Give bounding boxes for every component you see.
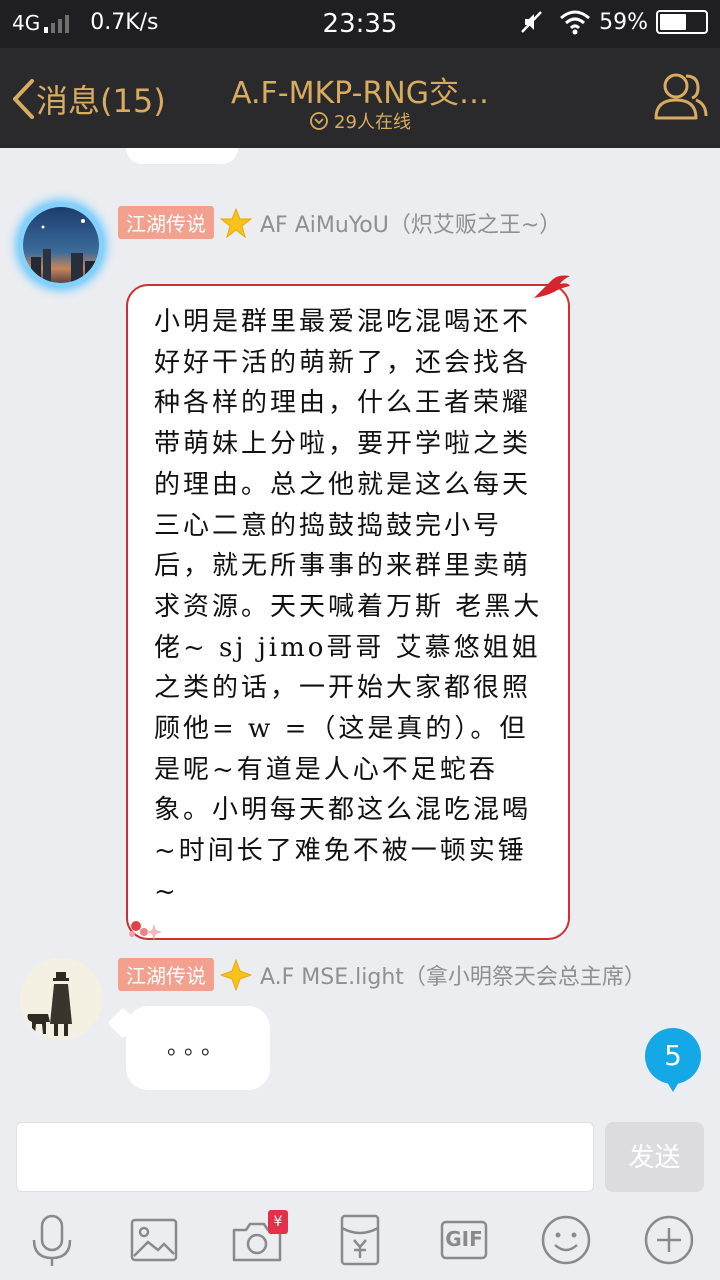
toolbar: ¥ GIF <box>0 1200 720 1280</box>
title-badge: 江湖传说 <box>118 206 214 239</box>
smiley-icon <box>541 1215 591 1265</box>
avatar-image <box>23 207 99 283</box>
wifi-icon <box>560 10 591 35</box>
image-icon <box>130 1218 178 1262</box>
sender-name[interactable]: AF AiMuYoU（炽艾贩之王~） <box>260 207 561 239</box>
group-icon <box>654 73 708 120</box>
battery-fill <box>660 14 686 30</box>
avatar[interactable] <box>20 958 102 1040</box>
plus-icon <box>644 1215 694 1265</box>
title-badge: 江湖传说 <box>118 958 214 991</box>
back-label: 消息(15) <box>36 82 166 120</box>
emoji-button[interactable] <box>538 1212 594 1268</box>
send-button[interactable]: 发送 <box>605 1122 704 1192</box>
red-packet-badge: ¥ <box>268 1210 288 1234</box>
sparkle-icon <box>129 921 162 940</box>
gif-button[interactable]: GIF <box>436 1212 492 1268</box>
more-button[interactable] <box>641 1212 697 1268</box>
previous-message-bubble[interactable] <box>126 148 238 164</box>
group-members-button[interactable] <box>652 70 708 126</box>
mute-icon <box>521 11 542 33</box>
message-bubble[interactable]: 。。。 <box>126 1006 270 1090</box>
gif-label: GIF <box>445 1227 483 1251</box>
battery-icon <box>656 10 708 34</box>
flourish-icon <box>534 275 570 298</box>
back-button[interactable]: 消息(15) <box>10 76 166 122</box>
camera-red-packet-button[interactable]: ¥ <box>230 1210 288 1268</box>
unread-badge[interactable]: 5 <box>645 1028 701 1092</box>
chevron-down-icon <box>310 112 328 130</box>
status-bar: 4G 0.7K/s 23:35 59% <box>0 0 720 48</box>
nav-bar: 消息(15) A.F-MKP-RNG交… 29人在线 <box>0 48 720 148</box>
input-bar: 发送 <box>0 1108 720 1200</box>
message-bubble[interactable]: 小明是群里最爱混吃混喝还不好好干活的萌新了，还会找各种各样的理由，什么王者荣耀带… <box>126 275 570 940</box>
microphone-icon <box>32 1214 72 1266</box>
voice-button[interactable] <box>24 1212 80 1268</box>
message-input[interactable] <box>16 1122 594 1192</box>
message-text: 小明是群里最爱混吃混喝还不好好干活的萌新了，还会找各种各样的理由，什么王者荣耀带… <box>154 307 543 907</box>
star-icon <box>220 207 252 238</box>
chat-title[interactable]: A.F-MKP-RNG交… <box>160 68 560 112</box>
online-count-label: 29人在线 <box>334 112 411 133</box>
yuan-envelope-icon <box>340 1214 380 1266</box>
battery-percent: 59% <box>599 9 648 35</box>
diamond-star-icon <box>220 958 252 991</box>
online-count[interactable]: 29人在线 <box>160 108 560 134</box>
chevron-left-icon <box>13 79 34 119</box>
image-button[interactable] <box>126 1212 182 1268</box>
sender-name[interactable]: A.F MSE.light（拿小明祭天会总主席） <box>260 959 646 991</box>
avatar[interactable] <box>20 204 102 286</box>
avatar-image <box>20 958 102 1040</box>
message-text: 。。。 <box>166 1035 229 1060</box>
transfer-button[interactable] <box>332 1212 388 1268</box>
